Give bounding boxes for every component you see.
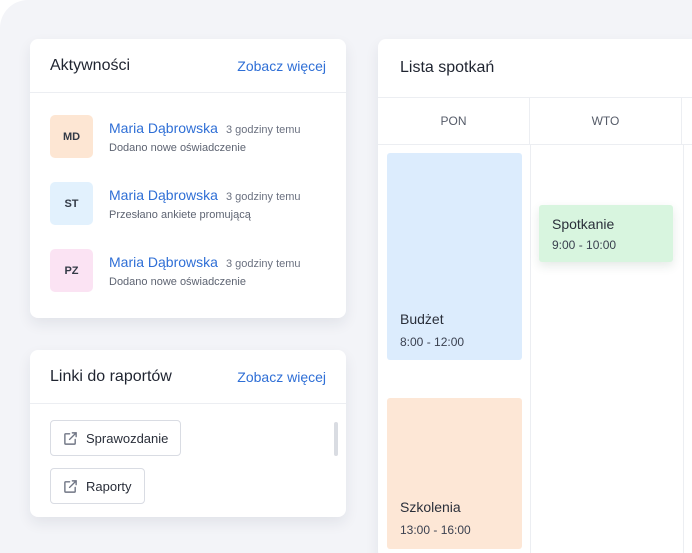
- activity-item: ST Maria Dąbrowska 3 godziny temu Przesł…: [30, 182, 346, 249]
- event-time: 9:00 - 10:00: [552, 237, 617, 252]
- activity-header-line: Maria Dąbrowska 3 godziny temu: [109, 120, 301, 136]
- event-title: Budżet: [400, 311, 444, 327]
- day-header-mon: PON: [378, 98, 530, 144]
- event-time: 13:00 - 16:00: [400, 523, 471, 537]
- activity-time: 3 godziny temu: [225, 258, 301, 270]
- reports-card: Linki do raportów Zobacz więcej Sprawozd…: [30, 350, 346, 517]
- activity-body: Maria Dąbrowska 3 godziny temu Przesłano…: [109, 182, 301, 249]
- activities-title: Aktywności: [50, 56, 131, 74]
- activity-item: PZ Maria Dąbrowska 3 godziny temu Dodano…: [30, 249, 346, 316]
- avatar: ST: [50, 182, 93, 225]
- event-time: 8:00 - 12:00: [400, 335, 465, 349]
- report-row: Raporty: [50, 468, 326, 516]
- report-link-label: Sprawozdanie: [86, 430, 169, 446]
- activity-user-link[interactable]: Maria Dąbrowska: [109, 120, 218, 136]
- day-header-tue: WTO: [530, 98, 682, 144]
- activity-description: Dodano nowe oświadczenie: [109, 276, 246, 288]
- activity-body: Maria Dąbrowska 3 godziny temu Dodano no…: [109, 115, 301, 182]
- report-link-label: Raporty: [86, 478, 132, 494]
- meetings-calendar-card: Lista spotkań PON WTO Budżet 8:00 - 12:0…: [378, 39, 692, 553]
- activities-card: Aktywności Zobacz więcej MD Maria Dąbrow…: [30, 39, 346, 318]
- activities-header: Aktywności Zobacz więcej: [30, 39, 346, 93]
- activity-header-line: Maria Dąbrowska 3 godziny temu: [109, 187, 301, 203]
- calendar-day-headers: PON WTO: [378, 98, 692, 145]
- external-link-icon: [64, 479, 77, 493]
- event-title: Szkolenia: [400, 499, 461, 515]
- external-link-icon: [64, 431, 77, 445]
- activities-list: MD Maria Dąbrowska 3 godziny temu Dodano…: [30, 93, 346, 316]
- event-budzet[interactable]: Budżet 8:00 - 12:00: [387, 153, 522, 360]
- report-link-sprawozdanie[interactable]: Sprawozdanie: [50, 420, 182, 456]
- column-divider: [683, 145, 684, 553]
- reports-header: Linki do raportów Zobacz więcej: [30, 350, 346, 404]
- calendar-header: Lista spotkań: [378, 39, 692, 98]
- activity-time: 3 godziny temu: [225, 124, 301, 136]
- activity-description: Dodano nowe oświadczenie: [109, 142, 246, 154]
- reports-list: Sprawozdanie Raporty: [30, 404, 346, 532]
- event-szkolenia[interactable]: Szkolenia 13:00 - 16:00: [387, 398, 522, 549]
- activity-user-link[interactable]: Maria Dąbrowska: [109, 254, 218, 270]
- reports-see-more-link[interactable]: Zobacz więcej: [237, 369, 326, 385]
- reports-scrollbar[interactable]: [334, 422, 338, 456]
- activities-see-more-link[interactable]: Zobacz więcej: [237, 58, 326, 74]
- avatar: PZ: [50, 249, 93, 292]
- day-header-partial: [682, 98, 692, 144]
- activity-user-link[interactable]: Maria Dąbrowska: [109, 187, 218, 203]
- event-spotkanie[interactable]: Spotkanie 9:00 - 10:00: [539, 205, 673, 262]
- activity-item: MD Maria Dąbrowska 3 godziny temu Dodano…: [30, 115, 346, 182]
- reports-title: Linki do raportów: [50, 367, 172, 385]
- activity-header-line: Maria Dąbrowska 3 godziny temu: [109, 254, 301, 270]
- report-row: Sprawozdanie: [50, 420, 326, 468]
- activity-description: Przesłano ankiete promującą: [109, 209, 251, 221]
- avatar: MD: [50, 115, 93, 158]
- activity-time: 3 godziny temu: [225, 191, 301, 203]
- dashboard-background: Aktywności Zobacz więcej MD Maria Dąbrow…: [0, 0, 692, 553]
- activity-body: Maria Dąbrowska 3 godziny temu Dodano no…: [109, 249, 301, 316]
- event-title: Spotkanie: [552, 215, 615, 232]
- calendar-title: Lista spotkań: [400, 59, 495, 76]
- report-link-raporty[interactable]: Raporty: [50, 468, 145, 504]
- column-divider: [530, 145, 531, 553]
